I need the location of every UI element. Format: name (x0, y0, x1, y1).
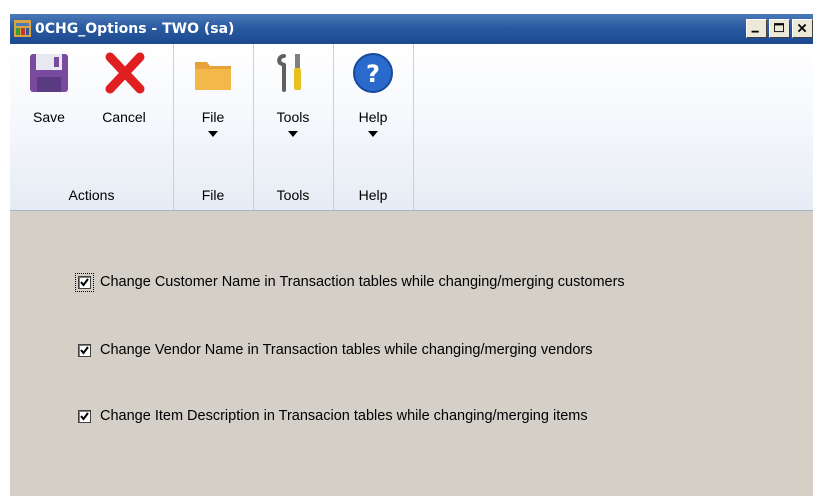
close-icon (797, 23, 807, 33)
save-button[interactable]: Save (24, 50, 74, 125)
file-dropdown-arrow-icon (208, 131, 218, 137)
help-label: Help (358, 109, 388, 125)
cancel-icon (105, 52, 145, 94)
options-window: 0CHG_Options - TWO (sa) Save Cancel Acti… (10, 14, 813, 496)
save-label: Save (33, 109, 65, 125)
svg-text:?: ? (366, 60, 380, 88)
group-label-tools: Tools (276, 187, 310, 203)
help-button[interactable]: ? Help (348, 50, 398, 137)
window-controls (746, 19, 813, 38)
ribbon-group-help: ? Help Help (333, 44, 414, 210)
title-bar[interactable]: 0CHG_Options - TWO (sa) (10, 14, 813, 44)
minimize-button[interactable] (746, 19, 767, 38)
minimize-icon (751, 30, 759, 33)
option-customer-name[interactable]: Change Customer Name in Transaction tabl… (75, 272, 625, 292)
checkbox-item-description[interactable] (78, 409, 91, 423)
group-label-help: Help (358, 187, 388, 203)
option-label: Change Customer Name in Transaction tabl… (100, 274, 625, 290)
option-vendor-name[interactable]: Change Vendor Name in Transaction tables… (78, 342, 593, 358)
group-label-actions: Actions (68, 187, 115, 203)
tools-dropdown-arrow-icon (288, 131, 298, 137)
file-label: File (201, 109, 225, 125)
tools-icon (277, 54, 301, 92)
help-dropdown-arrow-icon (368, 131, 378, 137)
folder-icon (195, 62, 231, 90)
maximize-button[interactable] (769, 19, 790, 38)
tools-button[interactable]: Tools (268, 50, 318, 137)
option-label: Change Vendor Name in Transaction tables… (100, 342, 593, 358)
checkmark-icon (80, 411, 89, 421)
file-button[interactable]: File (188, 50, 238, 137)
checkbox-vendor-name[interactable] (78, 343, 91, 357)
checkmark-icon (80, 277, 89, 287)
cancel-label: Cancel (102, 109, 146, 125)
help-icon: ? (353, 53, 393, 93)
window-title: 0CHG_Options - TWO (sa) (35, 21, 235, 37)
checkmark-icon (80, 345, 89, 355)
close-button[interactable] (792, 19, 813, 38)
ribbon-group-actions: Save Cancel Actions (10, 44, 174, 210)
maximize-icon (774, 23, 784, 33)
save-icon (30, 54, 68, 92)
tools-label: Tools (276, 109, 310, 125)
cancel-button[interactable]: Cancel (94, 50, 154, 125)
option-label: Change Item Description in Transacion ta… (100, 408, 588, 424)
options-panel: Change Customer Name in Transaction tabl… (10, 211, 813, 496)
ribbon-group-file: File File (173, 44, 254, 210)
ribbon-group-tools: Tools Tools (253, 44, 334, 210)
ribbon: Save Cancel Actions File File Tools Tool… (10, 44, 813, 211)
option-item-description[interactable]: Change Item Description in Transacion ta… (78, 408, 588, 424)
app-icon (14, 20, 31, 37)
checkbox-customer-name[interactable] (75, 272, 94, 292)
group-label-file: File (201, 187, 225, 203)
